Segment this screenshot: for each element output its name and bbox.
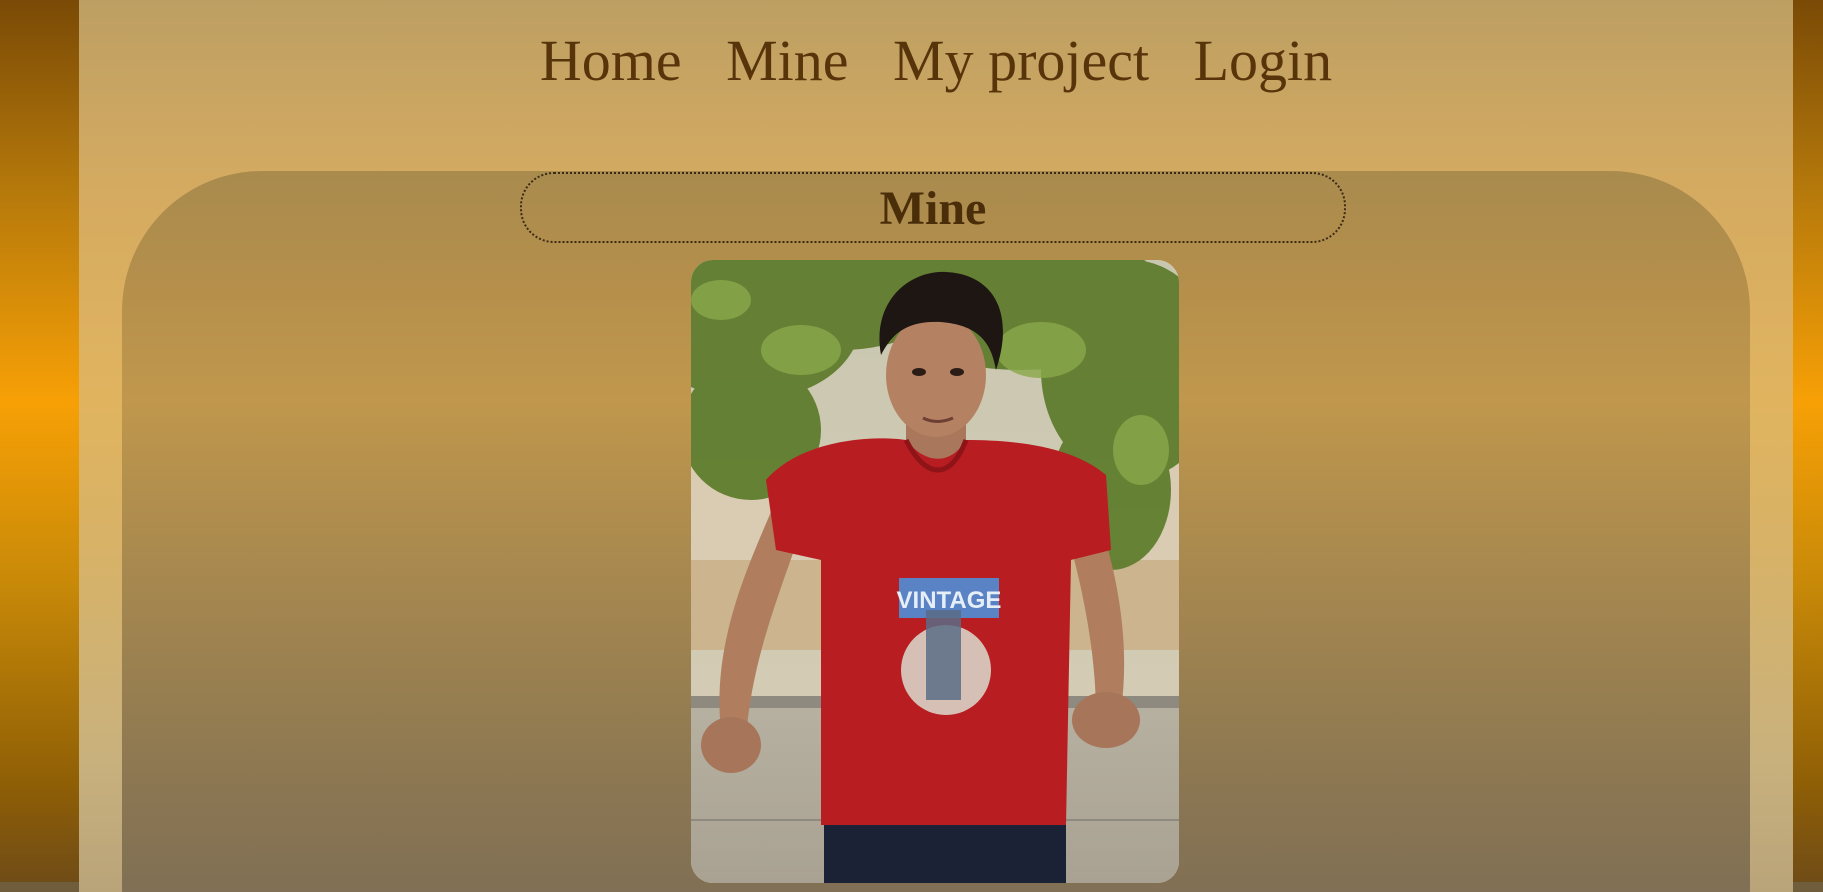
top-nav: Home Mine My project Login xyxy=(79,26,1793,96)
shirt-print-text: VINTAGE xyxy=(897,587,1002,614)
profile-photo: VINTAGE xyxy=(691,260,1179,883)
section-title: Mine xyxy=(879,182,987,235)
section-title-box: Mine xyxy=(520,172,1346,243)
nav-link-login[interactable]: Login xyxy=(1194,28,1333,93)
page-container: Home Mine My project Login Mine VINTAGE xyxy=(79,0,1793,892)
main-content-panel: Mine VINTAGE xyxy=(122,171,1750,892)
nav-link-my-project[interactable]: My project xyxy=(893,28,1149,93)
nav-link-home[interactable]: Home xyxy=(540,28,682,93)
nav-link-mine[interactable]: Mine xyxy=(726,28,848,93)
